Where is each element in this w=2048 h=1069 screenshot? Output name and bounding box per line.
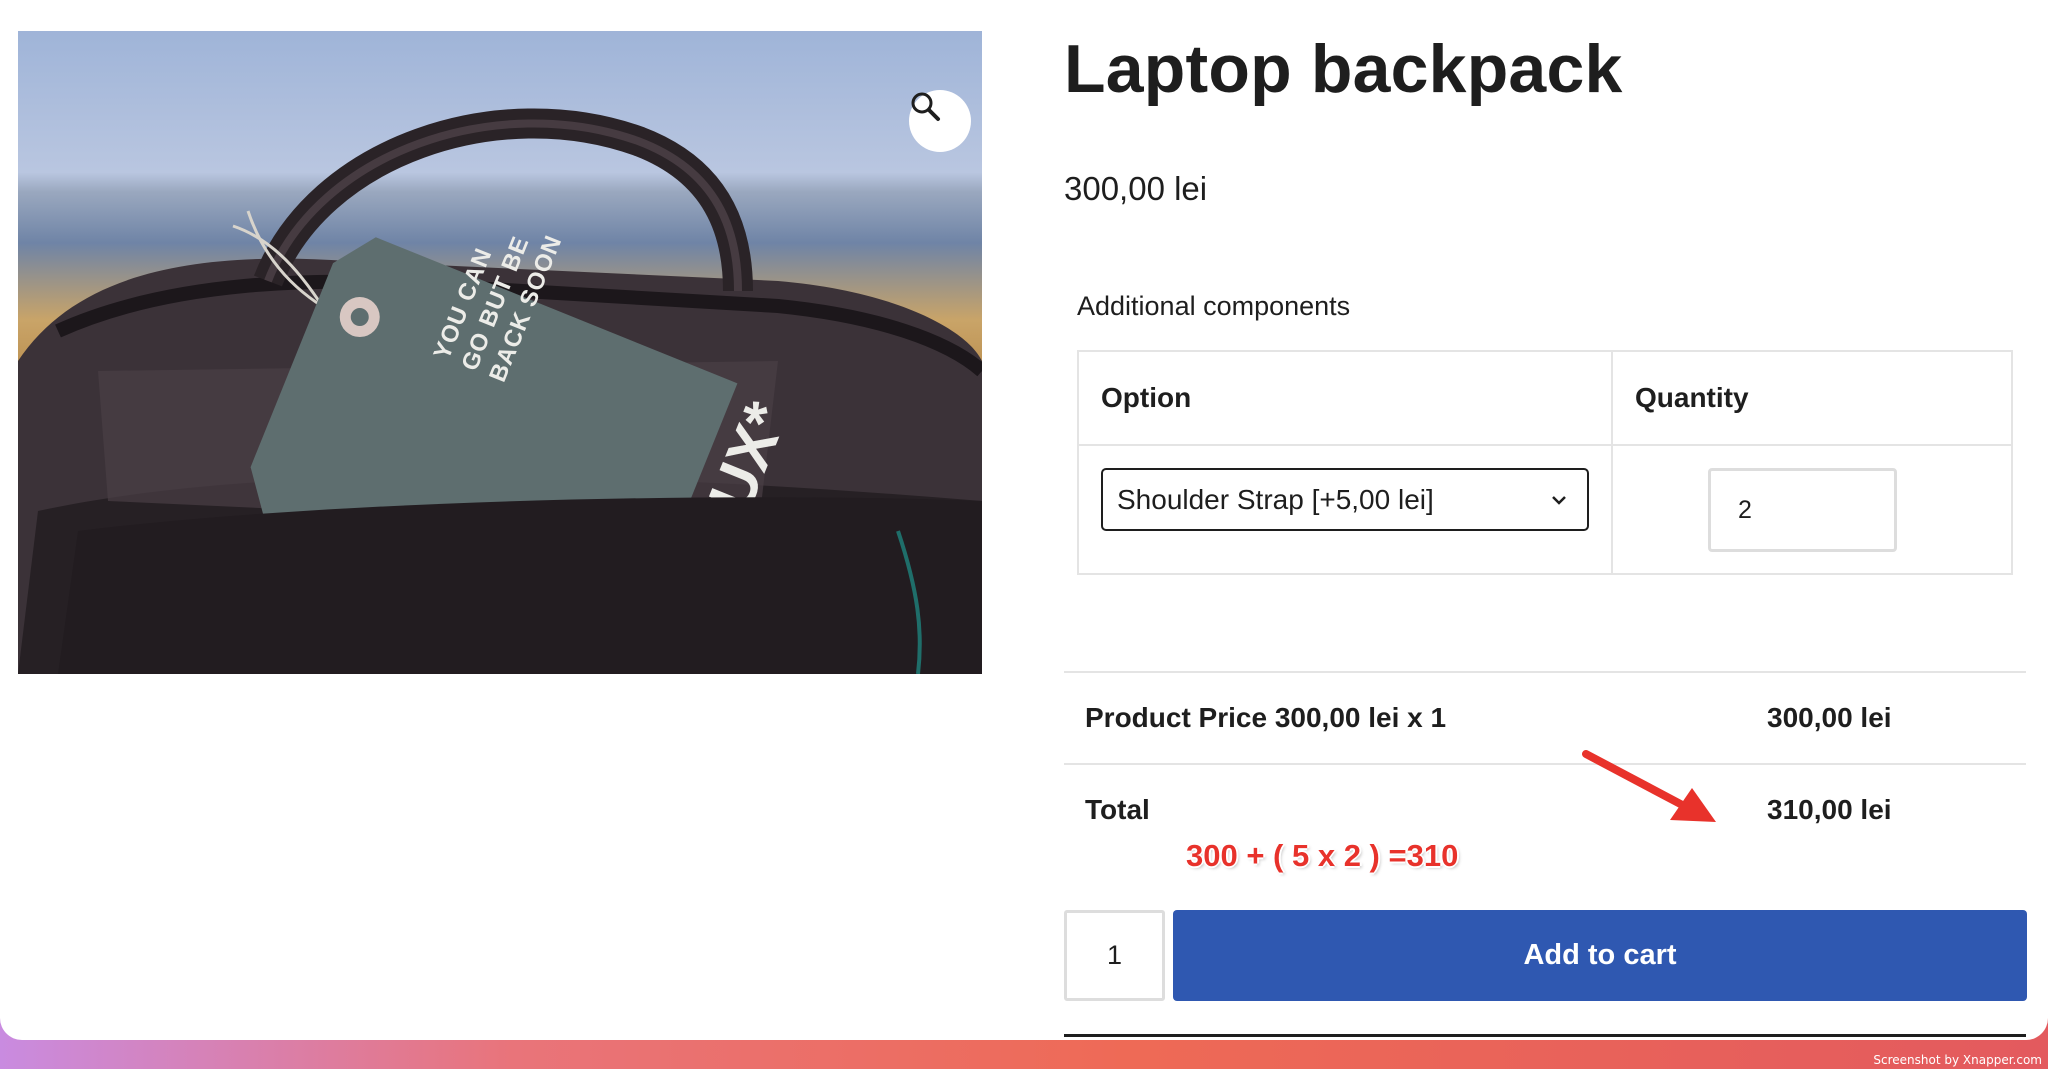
addon-quantity-input[interactable]: 2 bbox=[1708, 468, 1897, 552]
backpack-illustration: YOU CAN GO BUT BE BACK SOON LUX* bbox=[18, 108, 982, 674]
total-value: 310,00 lei bbox=[1767, 794, 1892, 825]
total-label: Total bbox=[1085, 794, 1150, 825]
chevron-down-icon bbox=[1552, 496, 1566, 505]
product-price-value: 300,00 lei bbox=[1767, 702, 1892, 733]
option-select[interactable]: Shoulder Strap [+5,00 lei] bbox=[1101, 468, 1589, 531]
price-calculation-annotation: 300 + ( 5 x 2 ) =310 bbox=[1186, 838, 1459, 873]
annotation-arrow-icon bbox=[1582, 750, 1716, 822]
product-image[interactable]: YOU CAN GO BUT BE BACK SOON LUX* bbox=[18, 31, 982, 674]
option-select-value: Shoulder Strap [+5,00 lei] bbox=[1117, 483, 1434, 515]
totals-divider bbox=[1064, 671, 2026, 673]
table-divider bbox=[1611, 352, 1613, 573]
product-card: YOU CAN GO BUT BE BACK SOON LUX* Laptop … bbox=[0, 0, 2048, 1040]
addons-table: Option Quantity Shoulder Strap [+5,00 le… bbox=[1077, 350, 2013, 575]
zoom-button[interactable] bbox=[909, 90, 971, 152]
product-price-label: Product Price 300,00 lei x 1 bbox=[1085, 702, 1447, 733]
add-to-cart-button[interactable]: Add to cart bbox=[1173, 910, 2027, 1001]
product-title: Laptop backpack bbox=[1064, 31, 1623, 107]
totals-divider bbox=[1064, 763, 2026, 765]
product-price: 300,00 lei bbox=[1064, 170, 1208, 207]
addons-heading: Additional components bbox=[1077, 291, 1351, 321]
magnifier-icon bbox=[911, 92, 940, 121]
cart-quantity-input[interactable]: 1 bbox=[1064, 910, 1165, 1001]
bottom-divider bbox=[1064, 1034, 2026, 1037]
watermark: Screenshot by Xnapper.com bbox=[1873, 1053, 2042, 1067]
column-header-quantity: Quantity bbox=[1635, 382, 1749, 413]
table-divider bbox=[1079, 444, 2011, 446]
column-header-option: Option bbox=[1101, 382, 1192, 413]
